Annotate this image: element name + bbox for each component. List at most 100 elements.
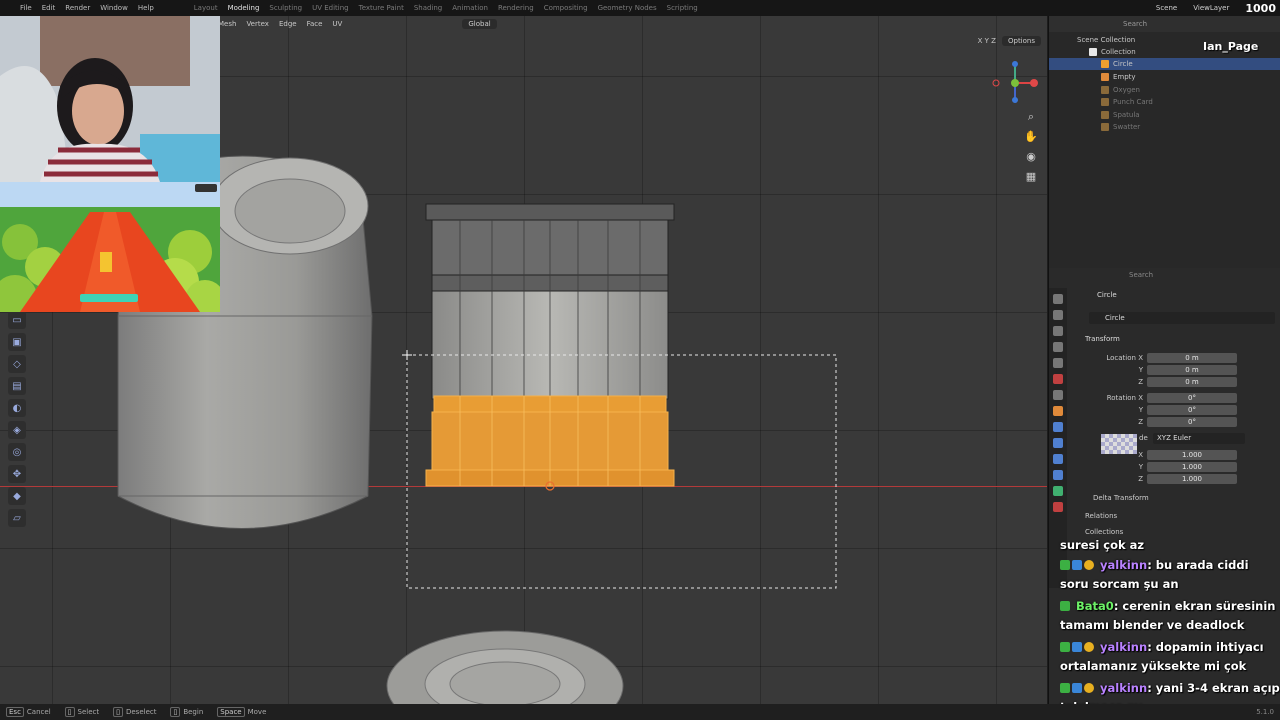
scene-selector[interactable]: Scene xyxy=(1156,4,1177,12)
tab-rendering[interactable]: Rendering xyxy=(498,4,534,12)
game-feed-image xyxy=(0,182,220,312)
constraints-tab-icon[interactable] xyxy=(1053,470,1063,480)
scene-tab-icon[interactable] xyxy=(1053,358,1063,368)
outliner-row-label: Circle xyxy=(1113,60,1133,68)
viewport-nav-icons: ⌕ ✋ ◉ ▦ xyxy=(1024,110,1038,184)
gift-badge-icon xyxy=(1084,642,1094,652)
axis-label: Y xyxy=(1138,365,1143,374)
knife-tool-icon[interactable]: ◐ xyxy=(8,399,26,417)
relations-section[interactable]: Relations xyxy=(1085,512,1117,520)
inset-tool-icon[interactable]: ▣ xyxy=(8,333,26,351)
object-tab-icon[interactable] xyxy=(1053,406,1063,416)
key-hint: Esc xyxy=(6,707,24,717)
grid-view-icon[interactable]: ▦ xyxy=(1024,170,1038,184)
chat-text: suresi çok az xyxy=(1060,538,1145,552)
scale-z-field[interactable]: 1.000 xyxy=(1147,473,1237,484)
location-x-field[interactable]: 0 m xyxy=(1147,352,1237,363)
zoom-icon[interactable]: ⌕ xyxy=(1024,110,1038,124)
bevel-tool-icon[interactable]: ◇ xyxy=(8,355,26,373)
status-begin: ▯ Begin xyxy=(170,707,203,717)
rotation-mode-label: de xyxy=(1139,434,1148,442)
status-label: Move xyxy=(247,708,267,716)
view-layer-selector[interactable]: ViewLayer xyxy=(1193,4,1229,12)
outliner-search[interactable]: Search xyxy=(1123,20,1147,28)
tool-tab-icon[interactable] xyxy=(1053,294,1063,304)
data-tab-icon[interactable] xyxy=(1053,486,1063,496)
object-name-header: Circle xyxy=(1097,291,1117,299)
tab-texture-paint[interactable]: Texture Paint xyxy=(359,4,404,12)
location-y-field[interactable]: 0 m xyxy=(1147,364,1237,375)
empty-object-icon xyxy=(1101,73,1109,81)
pan-hand-icon[interactable]: ✋ xyxy=(1024,130,1038,144)
tab-uv-editing[interactable]: UV Editing xyxy=(312,4,349,12)
kick-badge-icon xyxy=(1060,683,1070,693)
shear-tool-icon[interactable]: ◆ xyxy=(8,487,26,505)
camera-icon[interactable]: ◉ xyxy=(1024,150,1038,164)
tab-animation[interactable]: Animation xyxy=(452,4,488,12)
mesh-object-icon xyxy=(1101,111,1109,119)
smooth-tool-icon[interactable]: ✥ xyxy=(8,465,26,483)
delta-transform-section[interactable]: Delta Transform xyxy=(1093,494,1149,502)
outliner-row-empty[interactable]: Empty xyxy=(1049,71,1280,83)
mouse-icon: ▯ xyxy=(113,707,123,717)
modifier-tab-icon[interactable] xyxy=(1053,422,1063,432)
world-tab-icon[interactable] xyxy=(1053,374,1063,384)
navigation-gizmo[interactable] xyxy=(990,58,1040,108)
rip-tool-icon[interactable]: ▱ xyxy=(8,509,26,527)
location-z-field[interactable]: 0 m xyxy=(1147,376,1237,387)
tab-geometry-nodes[interactable]: Geometry Nodes xyxy=(598,4,657,12)
edited-mesh-object xyxy=(425,203,675,491)
menu-window[interactable]: Window xyxy=(100,4,128,12)
scale-x-field[interactable]: 1.000 xyxy=(1147,449,1237,460)
outliner-row-circle[interactable]: Circle xyxy=(1049,58,1280,70)
outliner-row-label: Oxygen xyxy=(1113,86,1140,94)
particles-tab-icon[interactable] xyxy=(1053,438,1063,448)
tab-layout[interactable]: Layout xyxy=(194,4,218,12)
properties-search[interactable]: Search xyxy=(1129,271,1153,279)
tab-modeling[interactable]: Modeling xyxy=(228,4,260,12)
rotation-y-field[interactable]: 0° xyxy=(1147,404,1237,415)
menu-edit[interactable]: Edit xyxy=(42,4,56,12)
outliner-header: Search xyxy=(1049,16,1280,32)
outliner-row-label: Spatula xyxy=(1113,111,1140,119)
tab-scripting[interactable]: Scripting xyxy=(667,4,698,12)
tool-shelf: ▭ ▣ ◇ ▤ ◐ ◈ ◎ ✥ ◆ ▱ xyxy=(8,311,30,527)
transform-section-header[interactable]: Transform xyxy=(1085,335,1120,343)
extrude-tool-icon[interactable]: ▭ xyxy=(8,311,26,329)
material-tab-icon[interactable] xyxy=(1053,502,1063,512)
outliner-row-label: Empty xyxy=(1113,73,1136,81)
sub-badge-icon xyxy=(1072,642,1082,652)
loop-cut-tool-icon[interactable]: ▤ xyxy=(8,377,26,395)
axis-label: Y xyxy=(1138,405,1143,414)
topbar-right: Scene ViewLayer 1000 xyxy=(1156,0,1276,16)
tab-shading[interactable]: Shading xyxy=(414,4,442,12)
rotation-x-field[interactable]: 0° xyxy=(1147,392,1237,403)
outliner-row-label: Collection xyxy=(1101,48,1136,56)
output-tab-icon[interactable] xyxy=(1053,326,1063,336)
status-label: Select xyxy=(77,708,100,716)
collections-section[interactable]: Collections xyxy=(1085,528,1123,536)
status-deselect: ▯ Deselect xyxy=(113,707,156,717)
menu-render[interactable]: Render xyxy=(65,4,90,12)
tab-sculpting[interactable]: Sculpting xyxy=(269,4,302,12)
menu-file[interactable]: File xyxy=(20,4,32,12)
spin-tool-icon[interactable]: ◎ xyxy=(8,443,26,461)
tab-compositing[interactable]: Compositing xyxy=(544,4,588,12)
object-name-field[interactable]: Circle xyxy=(1089,312,1275,324)
poly-build-tool-icon[interactable]: ◈ xyxy=(8,421,26,439)
outliner-row-punch-card[interactable]: Punch Card xyxy=(1049,96,1280,108)
rotation-mode-dropdown[interactable]: XYZ Euler xyxy=(1153,433,1245,444)
outliner-row-spatula[interactable]: Spatula xyxy=(1049,109,1280,121)
outliner-row-oxygen[interactable]: Oxygen xyxy=(1049,84,1280,96)
menu-help[interactable]: Help xyxy=(138,4,154,12)
crosshair-cursor xyxy=(402,350,412,360)
outliner-row-swatter[interactable]: Swatter xyxy=(1049,121,1280,133)
scale-y-field[interactable]: 1.000 xyxy=(1147,461,1237,472)
key-hint: Space xyxy=(217,707,245,717)
rotation-z-row: Z 0° xyxy=(1075,416,1275,427)
collection-tab-icon[interactable] xyxy=(1053,390,1063,400)
rotation-z-field[interactable]: 0° xyxy=(1147,416,1237,427)
physics-tab-icon[interactable] xyxy=(1053,454,1063,464)
view-layer-tab-icon[interactable] xyxy=(1053,342,1063,352)
render-tab-icon[interactable] xyxy=(1053,310,1063,320)
